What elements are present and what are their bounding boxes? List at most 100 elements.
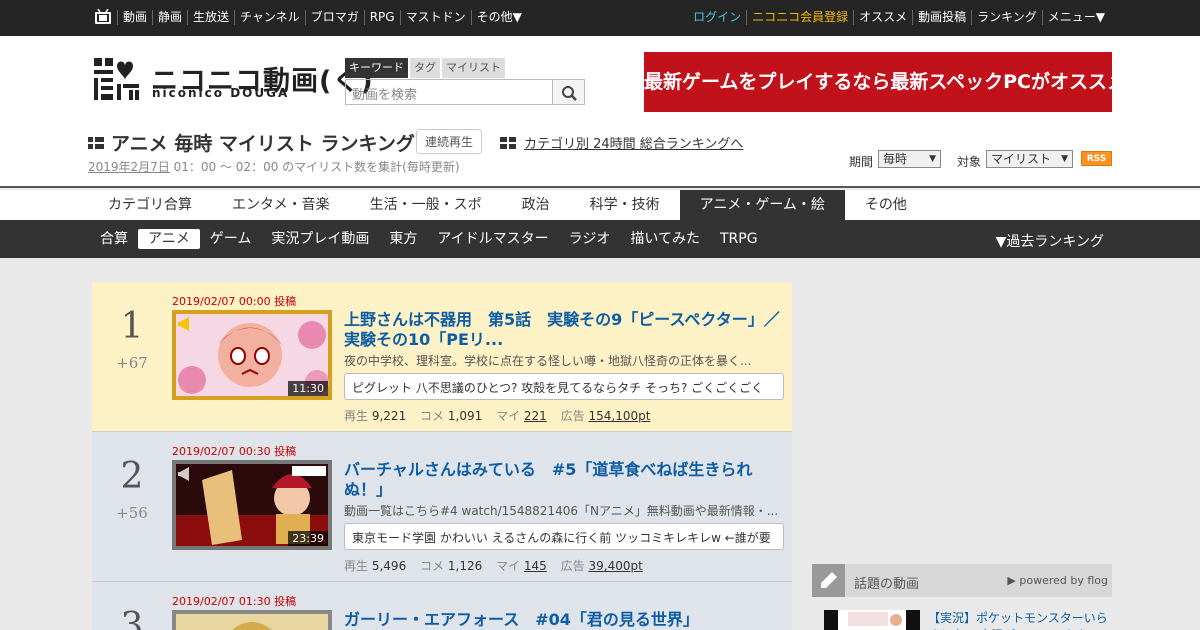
subtab-all[interactable]: 合算 — [90, 229, 138, 249]
subtab-drawing[interactable]: 描いてみた — [620, 229, 710, 249]
mylist-count-link[interactable]: 221 — [524, 409, 547, 423]
subtab-radio[interactable]: ラジオ — [559, 229, 621, 249]
target-select[interactable]: マイリスト ▼ — [986, 150, 1073, 168]
topic-video-title[interactable]: 【実況】ポケットモンスターいらすとや... 実況プレイ #2 ちな — [928, 610, 1114, 630]
tab-category-life[interactable]: 生活・一般・スポ — [350, 190, 502, 220]
topnav-item-still[interactable]: 静画 — [152, 10, 187, 25]
latest-comments: 東京モード学園 かわいい えるさんの森に行く前 ツッコミキレキレw ←誰が要 — [344, 523, 784, 550]
period-select[interactable]: 毎時 ▼ — [878, 150, 941, 168]
topnav-item-menu[interactable]: メニュー▼ — [1041, 10, 1110, 25]
logo-subtitle: niconico DOUGA — [152, 86, 290, 100]
subtab-trpg[interactable]: TRPG — [710, 229, 768, 249]
top-nav: 動画 静画 生放送 チャンネル ブロマガ RPG マストドン その他▼ — [117, 10, 527, 25]
ads-label: 広告 — [560, 559, 585, 573]
latest-comments: ピグレット 八不思議のひとつ? 攻殻を見てるならタチ そっち? ごくごくごく — [344, 373, 784, 400]
search-type-tabs: キーワード タグ マイリスト — [345, 58, 505, 78]
video-title-link[interactable]: ガーリー・エアフォース #04「君の見る世界」 — [344, 610, 784, 630]
mylist-count-link[interactable]: 145 — [524, 559, 547, 573]
comments-label: コメ — [420, 559, 445, 573]
pen-icon — [812, 564, 845, 597]
topnav-item-live[interactable]: 生放送 — [187, 10, 234, 25]
target-label: 対象 — [957, 155, 982, 169]
posted-date: 2019/02/07 00:30 投稿 — [172, 445, 297, 458]
subtab-lets-play[interactable]: 実況プレイ動画 — [261, 229, 379, 249]
mylists-label: マイ — [496, 409, 521, 423]
search-tab-mylist[interactable]: マイリスト — [442, 58, 505, 78]
subtab-game[interactable]: ゲーム — [200, 229, 262, 249]
topnav-item-mastodon[interactable]: マストドン — [399, 10, 471, 25]
topnav-item-ranking[interactable]: ランキング — [971, 10, 1042, 25]
views-label: 再生 — [344, 409, 369, 423]
megaphone-icon — [178, 467, 189, 481]
ad-banner[interactable]: 最新ゲームをプレイするなら最新スペックPCがオススメ! — [644, 52, 1135, 112]
search-input[interactable]: 動画を検索 — [345, 79, 553, 105]
rss-button[interactable]: RSS — [1081, 151, 1112, 166]
search-button[interactable] — [552, 79, 585, 105]
topnav-item-recommend[interactable]: オススメ — [853, 10, 912, 25]
topnav-item-upload[interactable]: 動画投稿 — [912, 10, 971, 25]
subtab-touhou[interactable]: 東方 — [379, 229, 427, 249]
tab-category-science[interactable]: 科学・技術 — [570, 190, 680, 220]
chevron-down-icon: ▼ — [1061, 154, 1068, 164]
posted-date: 2019/02/07 01:30 投稿 — [172, 595, 297, 608]
video-duration: 11:30 — [288, 381, 328, 396]
tab-category-entertainment[interactable]: エンタメ・音楽 — [212, 190, 350, 220]
megaphone-icon — [178, 317, 189, 331]
topic-video-item[interactable]: 【実況】ポケットモンスターいらすとや... 実況プレイ #2 ちな — [824, 610, 1114, 630]
period-label: 期間 — [849, 155, 874, 169]
tab-category-anime-game[interactable]: アニメ・ゲーム・絵 — [679, 190, 845, 220]
tab-category-other[interactable]: その他 — [845, 190, 927, 220]
ranking-item: 3 2019/02/07 01:30 投稿 ガーリー・エアフォース #04「君の… — [92, 582, 792, 630]
topnav-item-blomaga[interactable]: ブロマガ — [304, 10, 364, 25]
video-thumbnail[interactable]: 11:30 — [172, 310, 332, 400]
sub-category-tabs: 合算 アニメ ゲーム 実況プレイ動画 東方 アイドルマスター ラジオ 描いてみた… — [0, 220, 1200, 258]
login-link[interactable]: ログイン — [688, 10, 746, 25]
topic-video-thumbnail[interactable] — [824, 610, 920, 630]
video-stats: 再生 9,221 コメ 1,091 マイ 221 広告 154,100pt — [344, 407, 660, 424]
niconico-emblem-icon[interactable] — [93, 56, 141, 104]
video-description: 夜の中学校、理科室。学校に点在する怪しい噂・地獄八怪奇の正体を暴く... — [344, 354, 752, 368]
video-title-link[interactable]: 上野さんは不器用 第5話 実験その9「ピースペクター」／実験その10「PEリ..… — [344, 310, 784, 350]
top-bar: 動画 静画 生放送 チャンネル ブロマガ RPG マストドン その他▼ ログイン… — [0, 0, 1200, 36]
topnav-item-rpg[interactable]: RPG — [363, 10, 400, 25]
tab-category-politics[interactable]: 政治 — [502, 190, 570, 220]
video-stats: 再生 5,496 コメ 1,126 マイ 145 広告 39,400pt — [344, 557, 653, 574]
search-tab-tag[interactable]: タグ — [410, 58, 440, 78]
ranking-item: 1 +67 2019/02/07 00:00 投稿 11:30 上野さんは不器用… — [92, 282, 792, 432]
category-ranking-link[interactable]: カテゴリ別 24時間 総合ランキングへ — [500, 133, 743, 152]
search-tab-keyword[interactable]: キーワード — [345, 58, 408, 78]
comments-label: コメ — [420, 409, 445, 423]
subtab-anime[interactable]: アニメ — [138, 229, 200, 249]
page-title: アニメ 毎時 マイリスト ランキング — [88, 129, 415, 156]
posted-date: 2019/02/07 00:00 投稿 — [172, 295, 297, 308]
video-thumbnail[interactable] — [172, 610, 332, 630]
rank-number: 2 — [120, 456, 144, 497]
video-thumbnail[interactable]: 23:39 — [172, 460, 332, 550]
continuous-play-button[interactable]: 連続再生 — [416, 129, 483, 154]
aggregation-period-rest: 01：00 ～ 02：00 のマイリスト数を集計(毎時更新) — [169, 160, 460, 174]
rank-number: 3 — [120, 606, 144, 630]
date-link[interactable]: 2019年2月7日 — [88, 160, 170, 174]
video-title-link[interactable]: バーチャルさんはみている #5「道草食べねば生きられぬ！」 — [344, 460, 784, 500]
tv-icon[interactable] — [94, 9, 112, 25]
ad-points-link[interactable]: 39,400pt — [588, 559, 642, 573]
powered-by-flog[interactable]: ▶ powered by flog — [1007, 574, 1108, 587]
past-ranking-dropdown[interactable]: ▼過去ランキング — [996, 231, 1104, 251]
thumbnail-image — [176, 614, 328, 630]
rank-delta: +67 — [116, 354, 148, 372]
topnav-item-other[interactable]: その他▼ — [470, 10, 527, 25]
video-description: 動画一覧はこちら#4 watch/1548821406「Nアニメ」無料動画や最新… — [344, 504, 779, 518]
register-link[interactable]: ニコニコ会員登録 — [746, 10, 853, 25]
topnav-item-channel[interactable]: チャンネル — [234, 10, 305, 25]
site-header: ニコニコ動画(く) niconico DOUGA キーワード タグ マイリスト … — [0, 36, 1200, 188]
topnav-item-video[interactable]: 動画 — [117, 10, 152, 25]
view-count: 5,496 — [371, 559, 407, 573]
comment-count: 1,126 — [447, 559, 483, 573]
topic-videos-header: 話題の動画 ▶ powered by flog — [812, 564, 1112, 597]
category-tabs: カテゴリ合算 エンタメ・音楽 生活・一般・スポ 政治 科学・技術 アニメ・ゲーム… — [0, 190, 1200, 220]
period-select-value: 毎時 — [883, 152, 908, 166]
ad-points-link[interactable]: 154,100pt — [588, 409, 650, 423]
top-right-nav: ログイン ニコニコ会員登録 オススメ 動画投稿 ランキング メニュー▼ — [688, 10, 1110, 25]
subtab-idolmaster[interactable]: アイドルマスター — [427, 229, 558, 249]
tab-category-all[interactable]: カテゴリ合算 — [88, 190, 212, 220]
